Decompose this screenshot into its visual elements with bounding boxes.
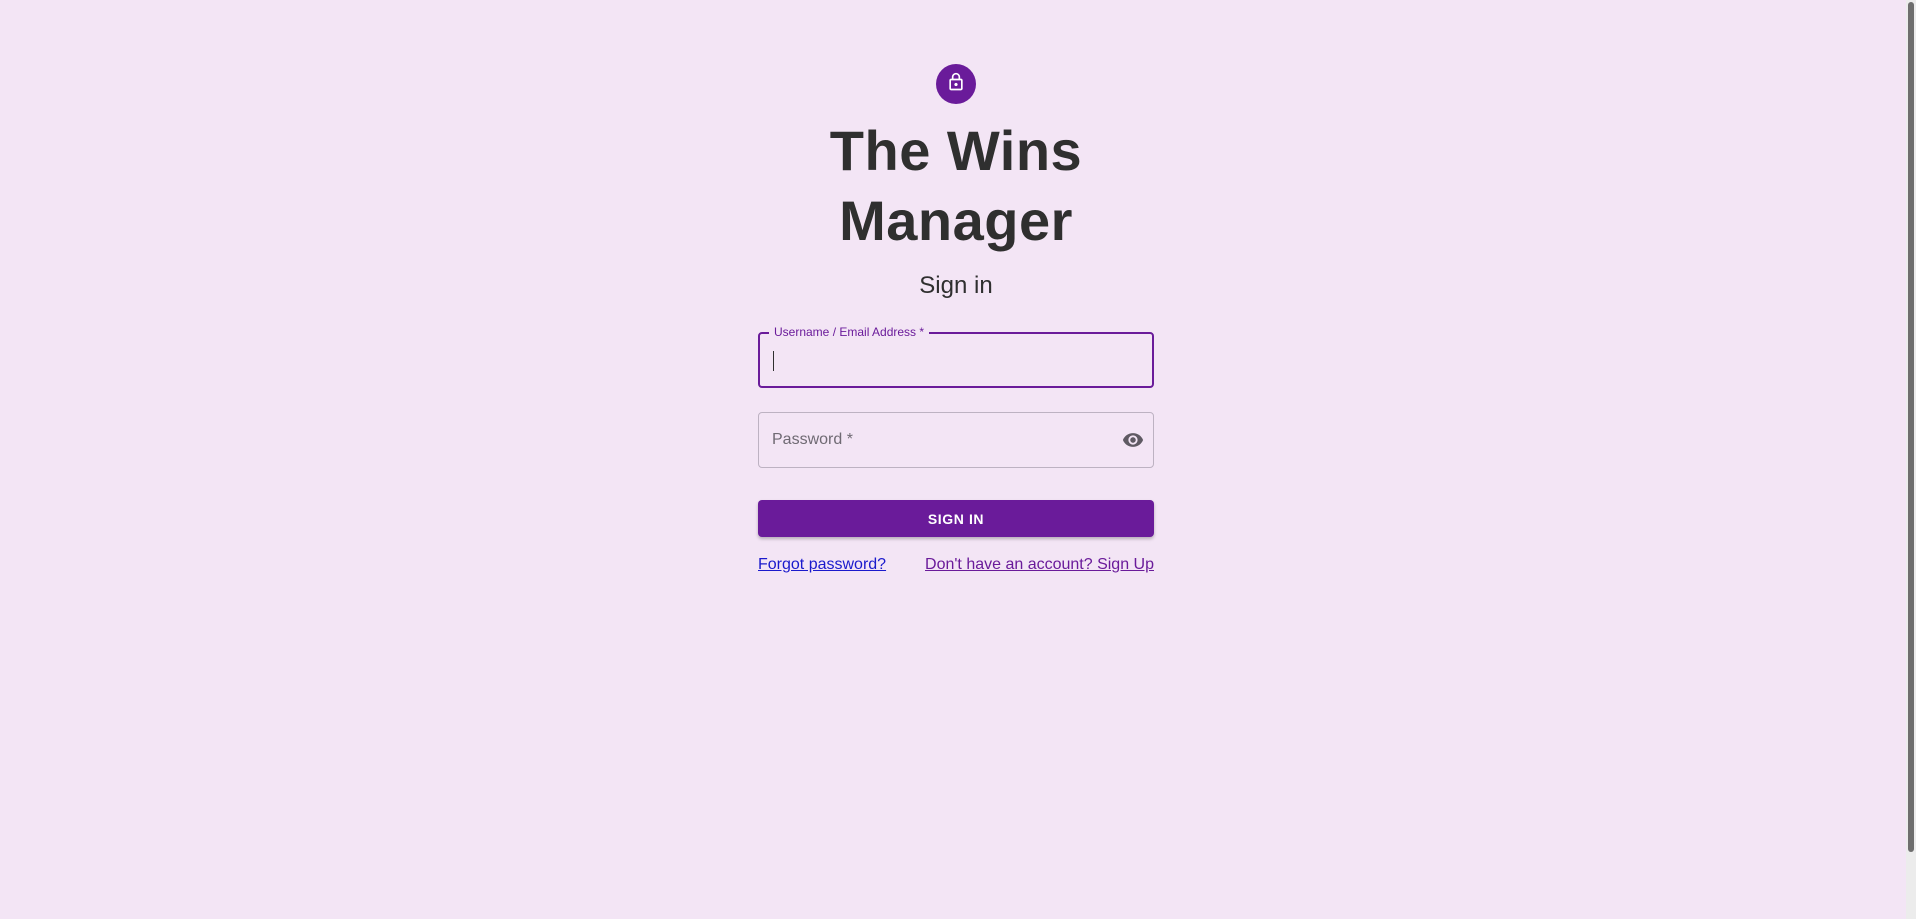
page-scrollbar[interactable] xyxy=(1906,0,1916,919)
eye-icon[interactable] xyxy=(1121,428,1145,452)
sign-up-link[interactable]: Don't have an account? Sign Up xyxy=(925,555,1154,575)
sign-in-container: The Wins Manager Sign in Username / Emai… xyxy=(758,64,1154,575)
sign-in-button[interactable]: SIGN IN xyxy=(758,500,1154,537)
lock-icon xyxy=(946,72,966,97)
text-cursor xyxy=(773,351,774,371)
sign-in-page: The Wins Manager Sign in Username / Emai… xyxy=(0,0,1916,919)
forgot-password-link[interactable]: Forgot password? xyxy=(758,555,886,575)
password-input[interactable] xyxy=(759,413,1153,467)
app-title: The Wins Manager xyxy=(829,119,1083,252)
password-field[interactable]: Password * xyxy=(758,412,1154,468)
sign-in-heading: Sign in xyxy=(919,272,993,299)
lock-avatar xyxy=(936,64,976,104)
scrollbar-thumb[interactable] xyxy=(1908,2,1914,852)
auth-links: Forgot password? Don't have an account? … xyxy=(758,555,1154,575)
sign-in-form: Username / Email Address * Password * SI… xyxy=(758,325,1154,575)
username-input[interactable] xyxy=(760,334,1152,386)
username-field[interactable]: Username / Email Address * xyxy=(758,325,1154,388)
